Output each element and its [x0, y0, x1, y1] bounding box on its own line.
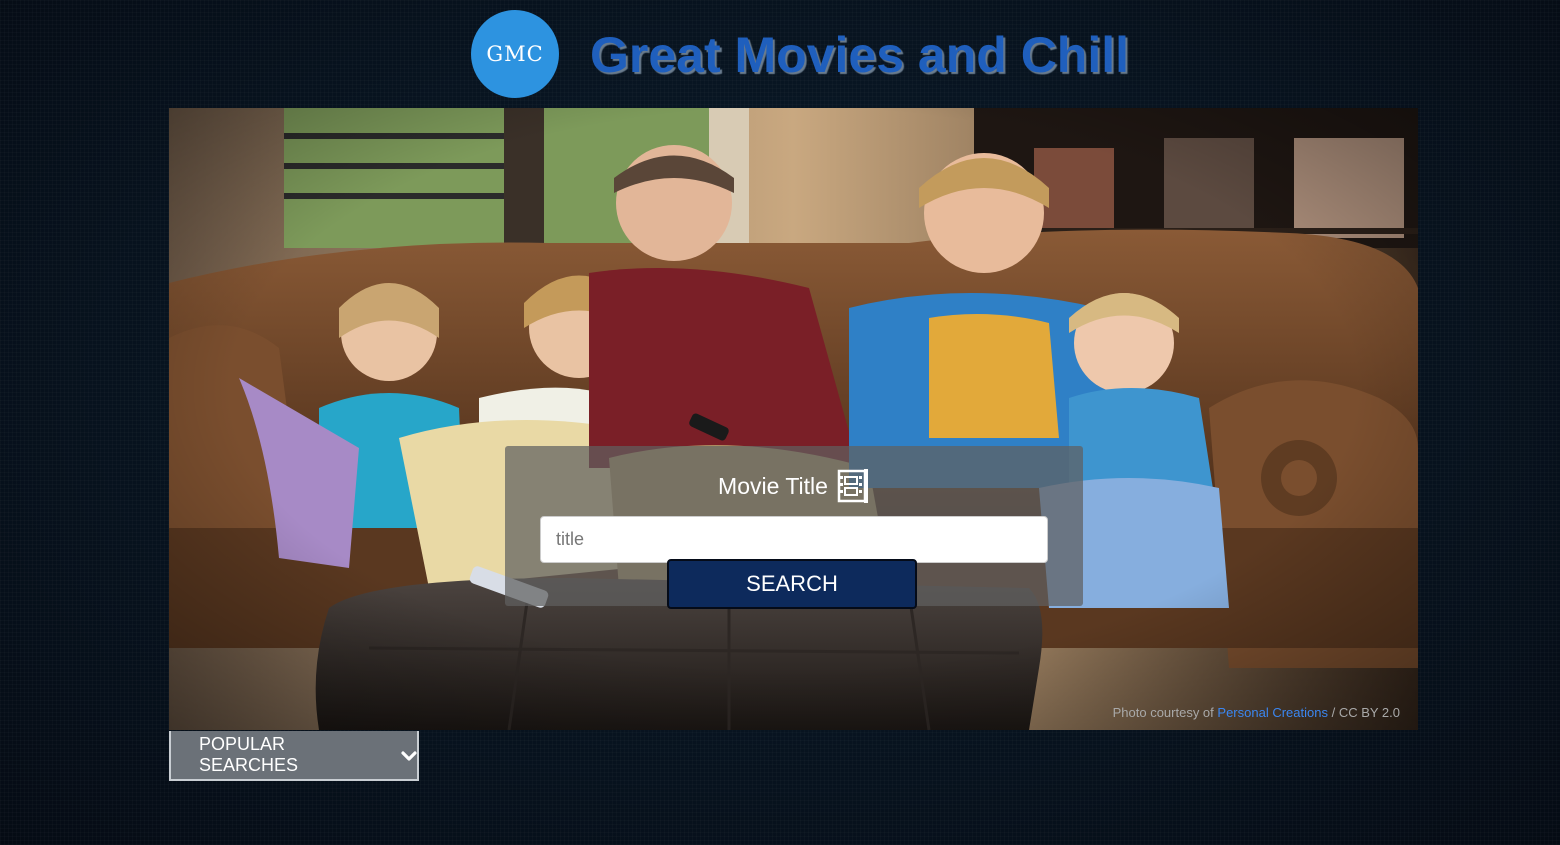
- credit-suffix: / CC BY 2.0: [1331, 705, 1400, 720]
- hero-banner: Movie Title SEARCH Photo courtesy of Per…: [169, 108, 1418, 730]
- credit-link[interactable]: Personal Creations: [1217, 705, 1328, 720]
- site-header: GMC Great Movies and Chill: [0, 0, 1560, 108]
- search-button-label: SEARCH: [746, 571, 838, 596]
- search-button[interactable]: SEARCH: [667, 559, 917, 609]
- site-logo[interactable]: GMC: [471, 10, 559, 98]
- logo-text: GMC: [486, 42, 544, 66]
- credit-prefix: Photo courtesy of: [1112, 705, 1214, 720]
- film-icon: [837, 469, 868, 503]
- popular-searches-label: POPULAR SEARCHES: [199, 734, 299, 775]
- chevron-down-icon: [401, 751, 417, 761]
- site-title: Great Movies and Chill: [590, 27, 1130, 83]
- title-search-input[interactable]: [540, 516, 1048, 563]
- hero-photo: [169, 108, 1418, 730]
- search-heading: Movie Title: [505, 468, 1083, 504]
- photo-credit: Photo courtesy of Personal Creations / C…: [1113, 705, 1400, 720]
- search-panel: Movie Title SEARCH: [505, 446, 1083, 609]
- search-heading-label: Movie Title: [718, 472, 828, 499]
- popular-searches-button[interactable]: POPULAR SEARCHES: [169, 731, 419, 781]
